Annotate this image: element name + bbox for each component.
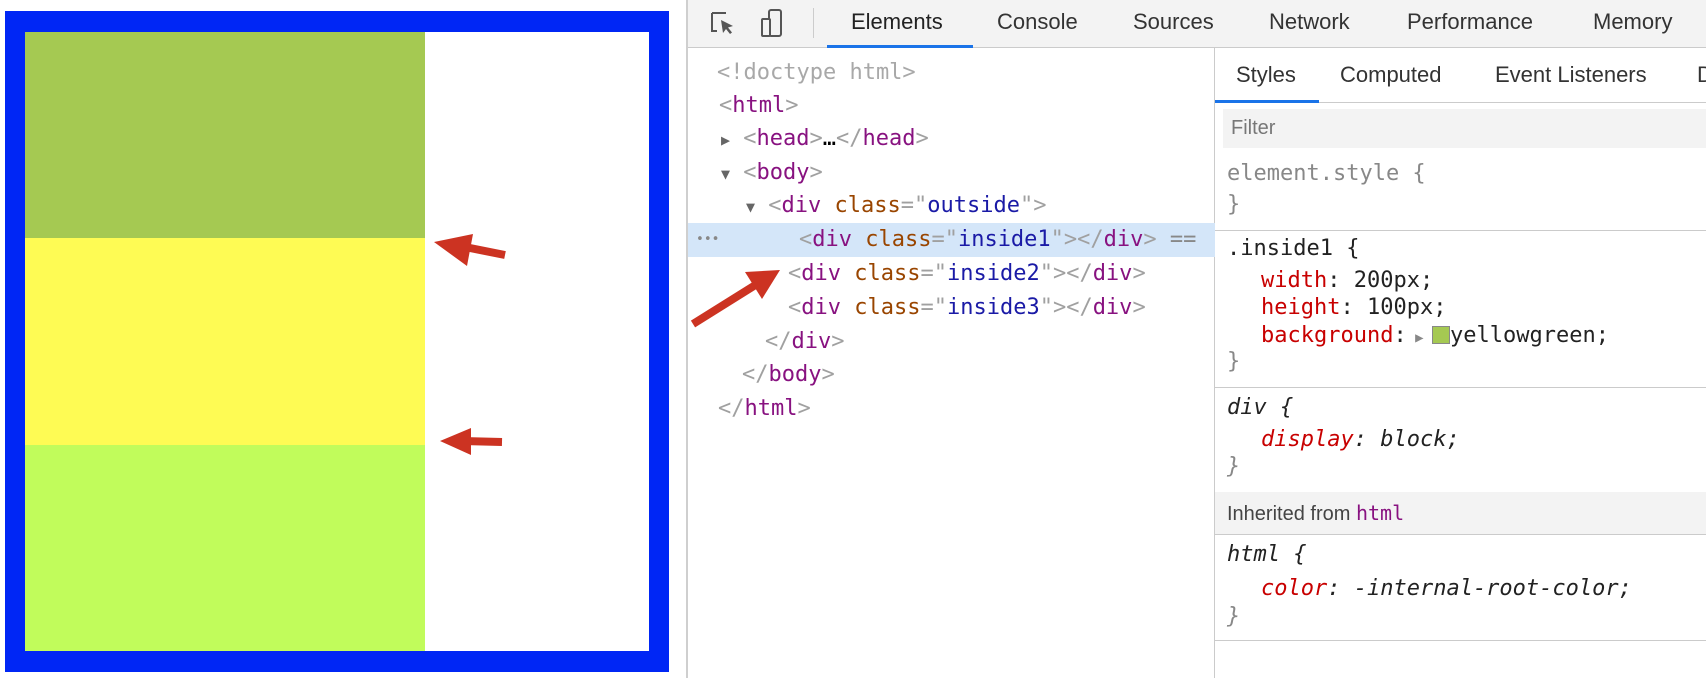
inside3-block [25,445,425,651]
rule-div-selector: div { [1227,395,1294,420]
prop-color: color: -internal-root-color; [1261,576,1632,601]
prop-background[interactable]: background: ▶ yellowgreen; [1261,321,1609,353]
device-toggle-icon[interactable] [760,8,790,40]
tab-elements[interactable]: Elements [851,0,943,48]
tab-event-listeners[interactable]: Event Listeners [1495,48,1647,102]
devtools-panel: Elements Console Sources Network Perform… [686,0,1706,678]
element-style-selector: element.style { [1227,161,1426,186]
styles-filter-input[interactable]: Filter [1223,109,1706,148]
tab-console[interactable]: Console [997,0,1078,48]
devtools-toolbar: Elements Console Sources Network Perform… [688,0,1706,48]
toolbar-divider [813,8,814,38]
collapse-triangle-icon[interactable]: ▼ [746,198,755,216]
expand-triangle-icon[interactable]: ▶ [1407,330,1432,346]
tab-memory[interactable]: Memory [1593,0,1672,48]
tree-node-outside[interactable]: ▼ <div class="outside"> [688,189,1215,223]
prop-height[interactable]: height: 100px; [1261,293,1446,323]
tab-dom-breakpoints[interactable]: D [1697,48,1706,102]
tab-performance[interactable]: Performance [1407,0,1533,48]
rule-html-selector: html { [1227,542,1307,567]
elements-tree: <!doctype html> <html> ▶ <head>…</head> … [688,48,1215,678]
styles-pane: Styles Computed Event Listeners D Filter… [1215,48,1706,678]
tree-node-inside3[interactable]: <div class="inside3"></div> [688,291,1215,325]
divider [1215,230,1706,231]
collapse-triangle-icon[interactable]: ▼ [721,165,730,183]
tab-sources[interactable]: Sources [1133,0,1214,48]
tree-node-doctype[interactable]: <!doctype html> [688,56,1215,90]
tab-network[interactable]: Network [1269,0,1350,48]
tree-node-inside2[interactable]: <div class="inside2"></div> [688,257,1215,291]
inherited-from-link[interactable]: html [1356,501,1404,525]
expand-triangle-icon[interactable]: ▶ [721,131,730,149]
tree-node-html-close[interactable]: </html> [688,392,1215,426]
tree-node-head[interactable]: ▶ <head>…</head> [688,122,1215,156]
color-swatch[interactable] [1432,326,1450,344]
tab-computed[interactable]: Computed [1340,48,1442,102]
tree-node-body-close[interactable]: </body> [688,358,1215,392]
divider [1215,387,1706,388]
inherited-from-header: Inherited from html [1215,492,1706,535]
tree-node-outside-close[interactable]: </div> [688,325,1215,359]
inside2-block [25,238,425,445]
divider [1215,640,1706,641]
rule-inside1-selector: .inside1 { [1227,236,1360,261]
prop-display: display: block; [1261,427,1460,452]
tab-styles[interactable]: Styles [1236,48,1296,102]
tree-node-body[interactable]: ▼ <body> [688,156,1215,190]
active-styles-tab-indicator [1215,100,1319,103]
more-options-icon[interactable]: ••• [696,232,719,247]
page-preview [0,0,686,678]
inspect-element-icon[interactable] [709,10,737,38]
tree-node-inside1[interactable]: ••• <div class="inside1"></div> == [688,223,1215,257]
inside1-block [25,32,425,238]
prop-width[interactable]: width: 200px; [1261,266,1433,296]
tree-node-html[interactable]: <html> [688,89,1215,123]
